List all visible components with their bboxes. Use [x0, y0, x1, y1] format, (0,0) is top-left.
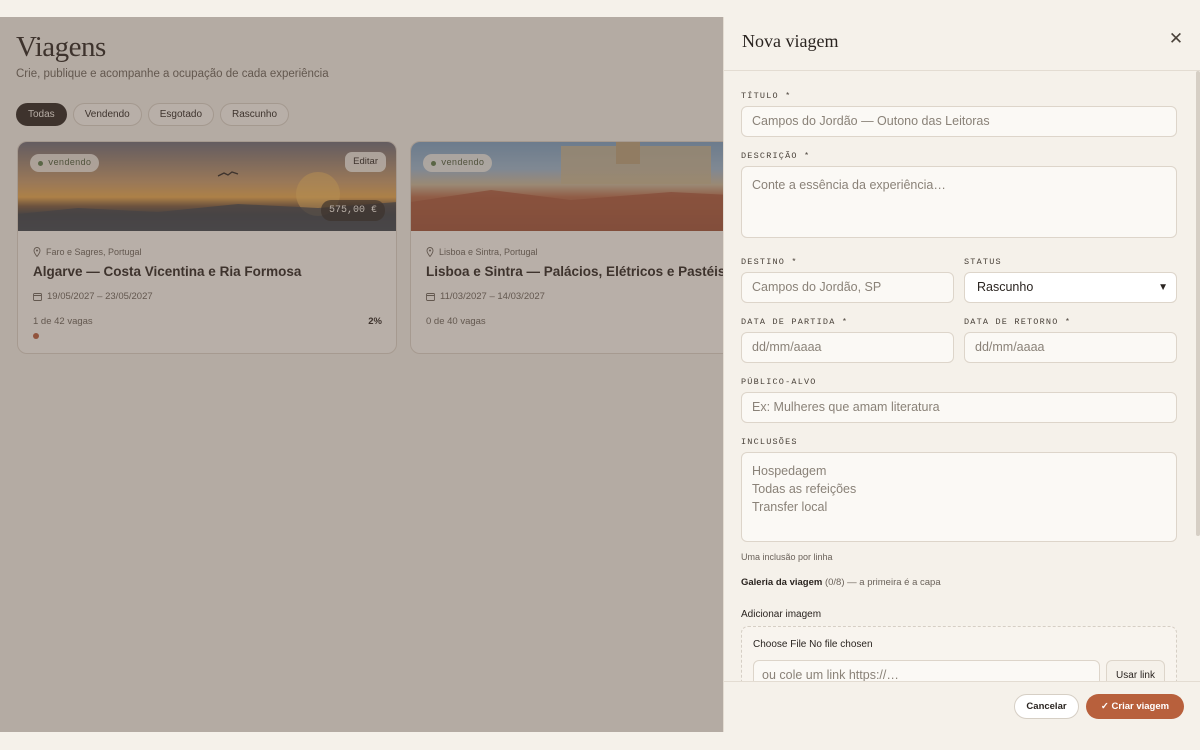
inclusoes-label: INCLUSÕES: [741, 437, 798, 447]
status-select[interactable]: Rascunho ▼: [964, 272, 1177, 303]
descricao-label: DESCRIÇÃO *: [741, 151, 811, 161]
file-input[interactable]: Choose File No file chosen: [753, 639, 873, 650]
retorno-label: DATA DE RETORNO *: [964, 317, 1072, 327]
gallery-label: Galeria da viagem: [741, 577, 823, 588]
close-icon[interactable]: ✕: [1166, 29, 1186, 49]
destino-label: DESTINO *: [741, 257, 798, 267]
status-label: STATUS: [964, 257, 1002, 267]
gallery-count: (0/8) — a primeira é a capa: [824, 577, 941, 588]
publico-input[interactable]: Ex: Mulheres que amam literatura: [741, 392, 1177, 423]
drawer-footer: Cancelar ✓ Criar viagem: [724, 681, 1200, 732]
drawer-title: Nova viagem: [742, 31, 839, 51]
add-image-label: Adicionar imagem: [741, 609, 822, 620]
status-select-value: Rascunho: [977, 280, 1034, 294]
inclusao-line: Hospedagem: [752, 464, 827, 478]
publico-label: PÚBLICO-ALVO: [741, 377, 817, 387]
titulo-label: TÍTULO *: [741, 91, 792, 101]
retorno-date-input[interactable]: dd/mm/aaaa: [964, 332, 1177, 363]
create-trip-button[interactable]: ✓ Criar viagem: [1086, 694, 1184, 719]
drawer-header: Nova viagem ✕: [724, 17, 1200, 71]
scrollbar[interactable]: [1196, 71, 1200, 536]
destino-input[interactable]: Campos do Jordão, SP: [741, 272, 954, 303]
modal-backdrop[interactable]: [0, 17, 723, 732]
descricao-textarea[interactable]: Conte a essência da experiência…: [741, 166, 1177, 238]
inclusao-line: Transfer local: [752, 500, 828, 514]
inclusao-line: Todas as refeições: [752, 482, 857, 496]
check-icon: ✓: [1100, 701, 1112, 712]
inclusoes-textarea[interactable]: Hospedagem Todas as refeições Transfer l…: [741, 452, 1177, 542]
partida-date-input[interactable]: dd/mm/aaaa: [741, 332, 954, 363]
inclusoes-hint: Uma inclusão por linha: [741, 552, 833, 562]
titulo-input[interactable]: Campos do Jordão — Outono das Leitoras: [741, 106, 1177, 137]
chevron-down-icon: ▼: [1158, 282, 1168, 293]
create-trip-label: Criar viagem: [1111, 701, 1170, 712]
gallery-heading: Galeria da viagem (0/8) — a primeira é a…: [741, 577, 941, 588]
partida-label: DATA DE PARTIDA *: [741, 317, 849, 327]
cancel-button[interactable]: Cancelar: [1014, 694, 1079, 719]
new-trip-drawer: Nova viagem ✕ TÍTULO * Campos do Jordão …: [723, 17, 1200, 732]
